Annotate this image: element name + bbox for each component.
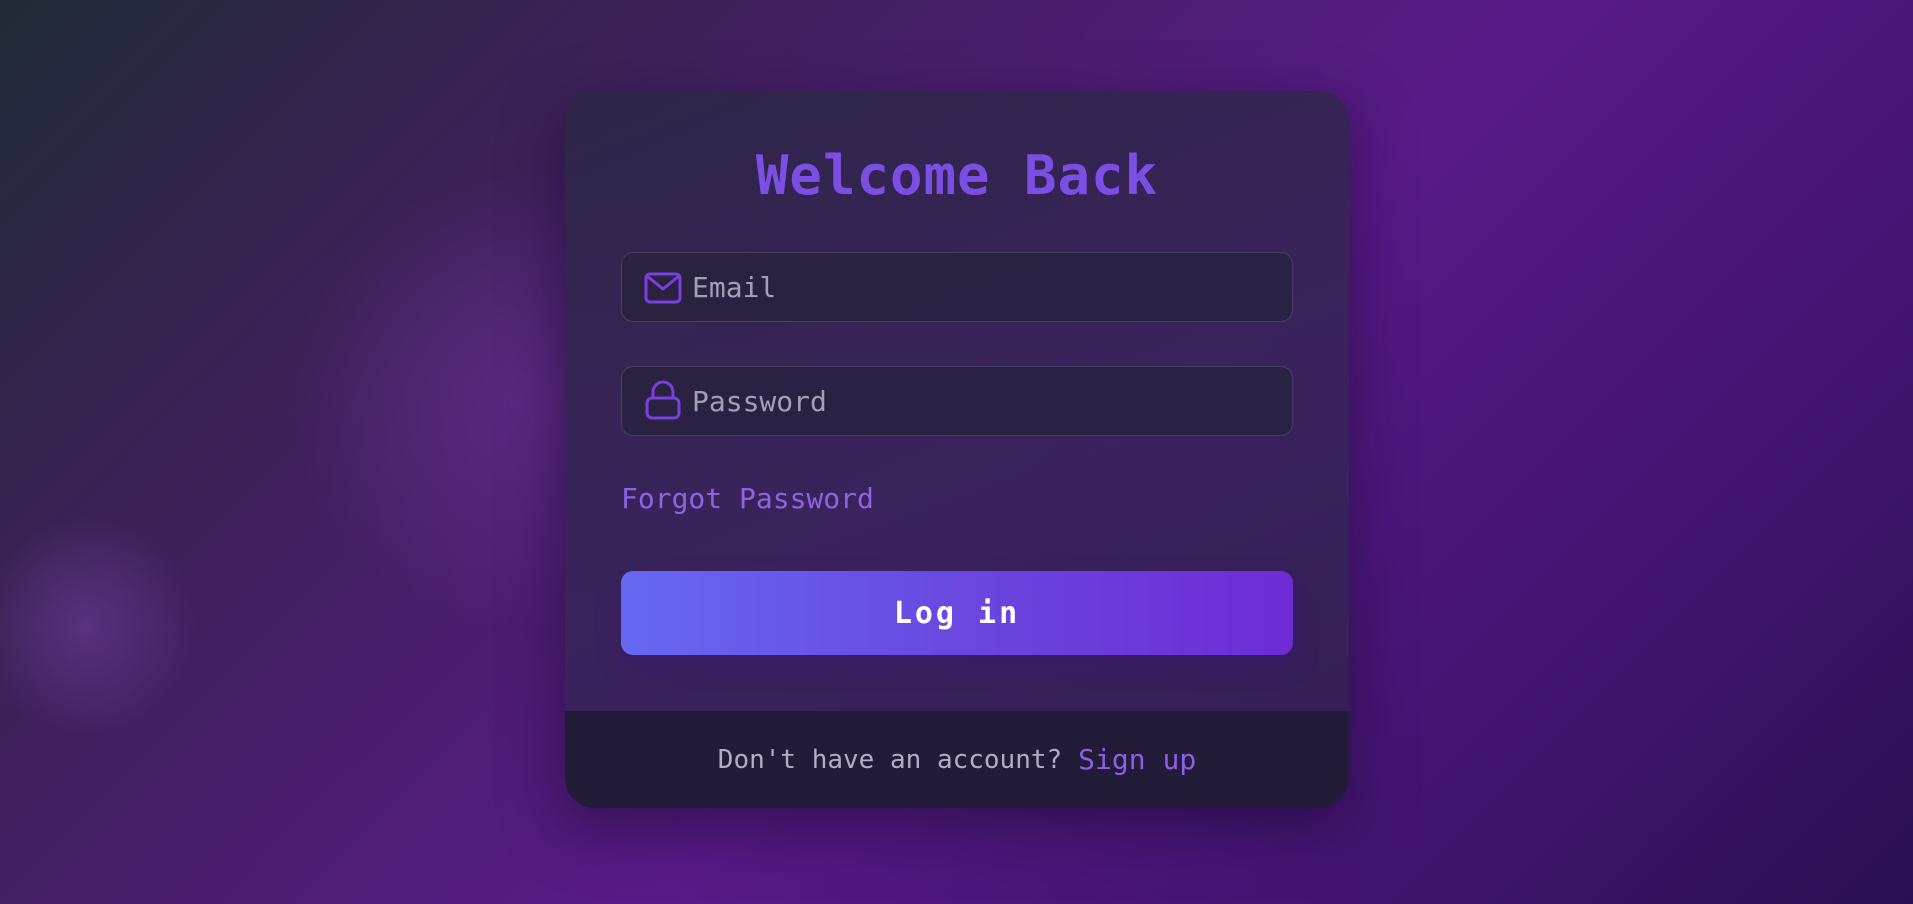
password-input[interactable]	[692, 367, 1272, 435]
signup-footer: Don't have an account? Sign up	[565, 711, 1349, 808]
password-field[interactable]	[621, 366, 1293, 436]
login-button[interactable]: Log in	[621, 571, 1293, 655]
forgot-password-link[interactable]: Forgot Password	[621, 481, 874, 517]
lock-icon	[644, 380, 682, 420]
email-input[interactable]	[692, 253, 1272, 321]
email-field[interactable]	[621, 252, 1293, 322]
signup-prompt: Don't have an account?	[717, 744, 1063, 775]
signup-link[interactable]: Sign up	[1078, 743, 1196, 776]
login-card: Welcome Back Forgot Password Log in Don'…	[565, 91, 1349, 808]
mail-icon	[644, 270, 682, 306]
page-title: Welcome Back	[755, 144, 1159, 207]
